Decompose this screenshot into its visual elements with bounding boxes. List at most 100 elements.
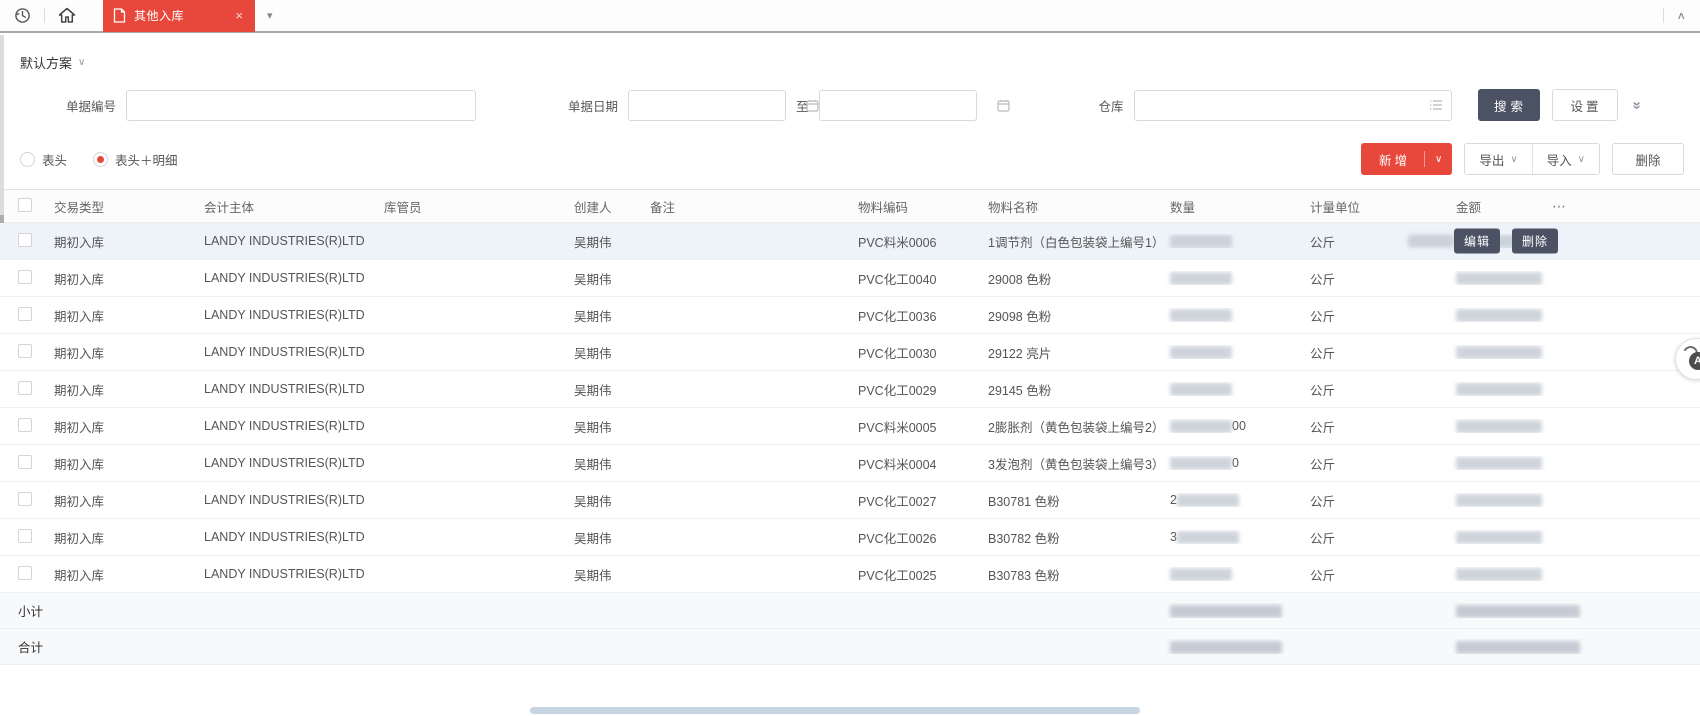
row-checkbox[interactable] [18,492,32,506]
date-from-input[interactable] [629,91,806,120]
cell-material-name: B30781 色粉 [980,491,1162,510]
doc-no-label: 单据编号 [28,96,116,115]
column-header[interactable]: 计量单位 [1302,197,1448,216]
horizontal-scrollbar[interactable] [530,707,1140,714]
table-row[interactable]: 期初入库 LANDY INDUSTRIES(R)LTD 吴期伟 PVC化工002… [0,482,1700,519]
column-header[interactable]: 物料编码 [850,197,980,216]
column-header[interactable]: 创建人 [566,197,642,216]
redacted-subtotal-quantity [1170,605,1282,618]
tab-close-icon[interactable]: × [233,8,245,23]
cell-creator: 吴期伟 [566,232,642,251]
radio-circle-icon[interactable] [20,152,35,167]
list-picker-icon[interactable] [1429,99,1443,111]
table-row[interactable]: 期初入库 LANDY INDUSTRIES(R)LTD 吴期伟 PVC料米000… [0,445,1700,482]
row-checkbox[interactable] [18,270,32,284]
history-icon[interactable] [0,0,44,32]
calendar-icon[interactable] [997,99,1010,112]
cell-transaction-type: 期初入库 [46,417,196,436]
column-header[interactable]: 交易类型 [46,197,196,216]
redacted-amount-fragment [1408,235,1454,248]
radio-header-only[interactable]: 表头 [20,150,67,169]
select-all-checkbox[interactable] [18,198,32,212]
row-checkbox[interactable] [18,418,32,432]
table-row[interactable]: 期初入库 LANDY INDUSTRIES(R)LTD 吴期伟 PVC化工002… [0,371,1700,408]
cell-amount [1448,456,1548,470]
cell-amount [1448,308,1548,322]
import-caret-icon: ∨ [1578,154,1585,165]
subtotal-row: 小计 [0,593,1700,629]
cell-material-name: 29008 色粉 [980,269,1162,288]
cell-creator: 吴期伟 [566,380,642,399]
column-header[interactable]: 物料名称 [980,197,1162,216]
cell-material-name: 3发泡剂（黄色包装袋上编号3） [980,454,1162,473]
table-row[interactable]: 期初入库 LANDY INDUSTRIES(R)LTD 吴期伟 PVC化工002… [0,519,1700,556]
cell-accounting-entity: LANDY INDUSTRIES(R)LTD [196,345,376,359]
warehouse-label: 仓库 [1099,96,1124,115]
export-button[interactable]: 导出 ∨ [1465,144,1531,174]
redacted-amount [1456,568,1542,581]
date-to-input[interactable] [820,91,997,120]
row-checkbox[interactable] [18,233,32,247]
warehouse-input[interactable] [1135,91,1429,120]
cell-accounting-entity: LANDY INDUSTRIES(R)LTD [196,530,376,544]
table-row[interactable]: 期初入库 LANDY INDUSTRIES(R)LTD 吴期伟 PVC料米000… [0,223,1700,260]
column-header[interactable]: 金额 [1448,197,1548,216]
home-icon[interactable] [45,0,89,32]
cell-creator: 吴期伟 [566,565,642,584]
cell-amount [1448,345,1548,359]
redacted-subtotal-amount [1456,605,1580,618]
table-row[interactable]: 期初入库 LANDY INDUSTRIES(R)LTD 吴期伟 PVC化工004… [0,260,1700,297]
table-row[interactable]: 期初入库 LANDY INDUSTRIES(R)LTD 吴期伟 PVC化工002… [0,556,1700,593]
add-dropdown-caret-icon[interactable]: ∨ [1425,154,1452,165]
table-header-row: 交易类型会计主体库管员创建人备注物料编码物料名称数量计量单位金额⋯ [0,190,1700,223]
data-table: 交易类型会计主体库管员创建人备注物料编码物料名称数量计量单位金额⋯ 期初入库 L… [0,189,1700,665]
doc-no-input[interactable] [127,91,475,120]
delete-row-button[interactable]: 删除 [1512,229,1558,254]
cell-accounting-entity: LANDY INDUSTRIES(R)LTD [196,456,376,470]
row-checkbox[interactable] [18,381,32,395]
delete-button[interactable]: 删除 [1612,143,1684,175]
column-header[interactable]: 库管员 [376,197,566,216]
cell-material-code: PVC化工0026 [850,528,980,547]
radio-header-detail[interactable]: 表头＋明细 [93,150,178,169]
row-checkbox[interactable] [18,566,32,580]
doc-no-field-wrap [126,90,476,121]
cell-creator: 吴期伟 [566,528,642,547]
table-row[interactable]: 期初入库 LANDY INDUSTRIES(R)LTD 吴期伟 PVC化工003… [0,297,1700,334]
column-header[interactable]: 数量 [1162,197,1302,216]
import-button[interactable]: 导入 ∨ [1533,144,1599,174]
cell-material-code: PVC料米0005 [850,417,980,436]
cell-amount [1448,419,1548,433]
scheme-selector[interactable]: 默认方案 [20,53,72,72]
radio-circle-checked-icon[interactable] [93,152,108,167]
column-header[interactable]: 会计主体 [196,197,376,216]
tab-list-caret-icon[interactable]: ▾ [267,9,273,22]
chevron-down-icon[interactable]: ∨ [78,57,85,68]
cell-material-name: 29098 色粉 [980,306,1162,325]
cell-accounting-entity: LANDY INDUSTRIES(R)LTD [196,382,376,396]
cell-quantity [1162,308,1302,322]
tab-other-inbound[interactable]: 其他入库 × [103,0,255,32]
table-row[interactable]: 期初入库 LANDY INDUSTRIES(R)LTD 吴期伟 PVC料米000… [0,408,1700,445]
cell-amount [1448,271,1548,285]
assistant-a-icon: A [1689,352,1700,370]
search-button[interactable]: 搜索 [1478,89,1540,121]
expand-filters-icon[interactable]: « [1627,101,1644,109]
calendar-icon[interactable] [806,99,819,112]
cell-creator: 吴期伟 [566,454,642,473]
row-checkbox[interactable] [18,307,32,321]
row-checkbox[interactable] [18,529,32,543]
collapse-toolbar-icon[interactable]: ∧ [1676,9,1686,22]
column-header[interactable]: 备注 [642,197,850,216]
cell-transaction-type: 期初入库 [46,380,196,399]
row-checkbox[interactable] [18,455,32,469]
table-row[interactable]: 期初入库 LANDY INDUSTRIES(R)LTD 吴期伟 PVC化工003… [0,334,1700,371]
cell-material-code: PVC料米0006 [850,232,980,251]
more-columns-icon[interactable]: ⋯ [1548,198,1700,215]
settings-button[interactable]: 设置 [1552,89,1618,121]
date-from-field-wrap [628,90,786,121]
edit-row-button[interactable]: 编辑 [1454,229,1500,254]
row-checkbox[interactable] [18,344,32,358]
redacted-quantity [1170,235,1232,248]
add-button[interactable]: 新增 ∨ [1361,143,1452,175]
